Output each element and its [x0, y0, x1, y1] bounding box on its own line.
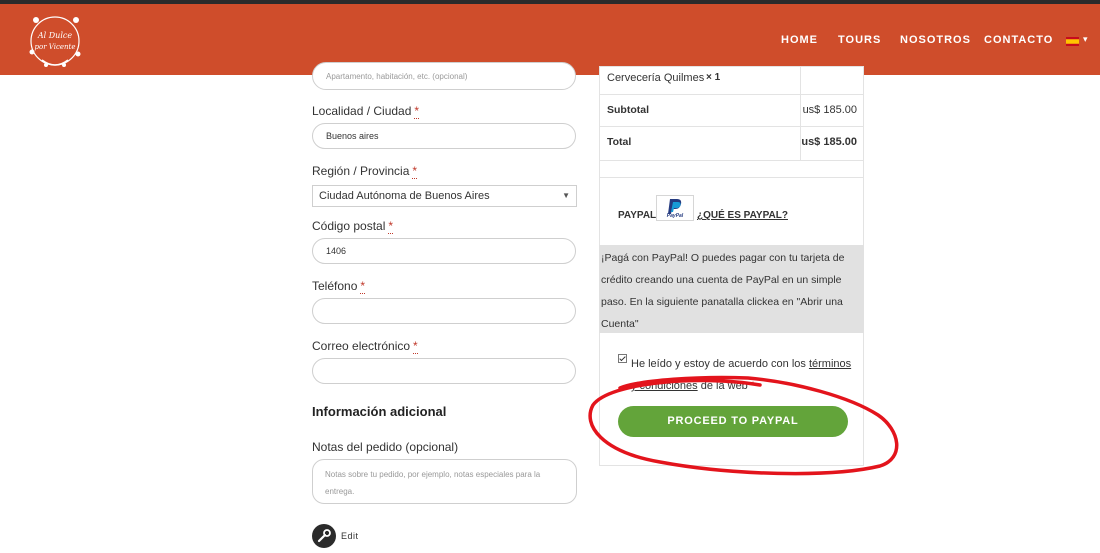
terms-text: He leído y estoy de acuerdo con los térm… [631, 358, 852, 392]
postcode-field[interactable]: 1406 [312, 238, 576, 264]
region-select[interactable]: Ciudad Autónoma de Buenos Aires ▼ [312, 185, 577, 207]
row-divider [600, 126, 863, 127]
svg-text:Al Dulce: Al Dulce [37, 31, 72, 40]
edit-button[interactable] [312, 524, 336, 548]
paypal-logo: PayPal [656, 195, 694, 221]
additional-info-heading: Información adicional [312, 404, 447, 419]
payment-method-label: PAYPAL [618, 210, 657, 221]
total-value: us$ 185.00 [801, 136, 857, 148]
section-divider [600, 177, 863, 178]
phone-field[interactable] [312, 298, 576, 324]
nav-contacto[interactable]: CONTACTO [984, 34, 1053, 46]
order-notes-textarea[interactable]: Notas sobre tu pedido, por ejemplo, nota… [312, 459, 577, 504]
svg-text:PayPal: PayPal [667, 213, 684, 219]
paypal-description-box: ¡Pagá con PayPal! O puedes pagar con tu … [599, 245, 864, 333]
total-label: Total [607, 136, 632, 148]
subtotal-value: us$ 185.00 [802, 104, 857, 116]
row-divider [600, 160, 863, 161]
paypal-description: ¡Pagá con PayPal! O puedes pagar con tu … [601, 252, 845, 330]
item-qty: × 1 [706, 72, 721, 83]
edit-label: Edit [341, 531, 359, 541]
email-label: Correo electrónico * [312, 339, 418, 354]
apartment-field[interactable]: Apartamento, habitación, etc. (opcional) [312, 62, 576, 90]
subtotal-label: Subtotal [607, 104, 649, 116]
notes-label: Notas del pedido (opcional) [312, 440, 459, 454]
dropdown-arrow-icon: ▼ [562, 191, 570, 200]
postcode-label: Código postal * [312, 219, 394, 234]
phone-label: Teléfono * [312, 279, 366, 294]
region-label: Región / Provincia * [312, 164, 418, 179]
spain-flag-icon[interactable] [1066, 37, 1079, 46]
chevron-down-icon[interactable]: ▾ [1083, 34, 1088, 45]
site-logo[interactable]: Al Dulce por Vicente [22, 8, 88, 74]
proceed-to-paypal-button[interactable]: PROCEED TO PAYPAL [618, 406, 848, 437]
wrench-icon [317, 529, 331, 543]
row-divider [600, 94, 863, 95]
what-is-paypal-link[interactable]: ¿QUÉ ES PAYPAL? [697, 210, 788, 221]
city-label: Localidad / Ciudad * [312, 104, 420, 119]
item-name: Cervecería Quilmes [607, 72, 705, 84]
nav-tours[interactable]: TOURS [838, 34, 881, 46]
svg-text:por Vicente: por Vicente [35, 43, 76, 51]
city-field[interactable]: Buenos aires [312, 123, 576, 149]
email-field[interactable] [312, 358, 576, 384]
nav-home[interactable]: HOME [781, 34, 818, 46]
terms-checkbox[interactable] [618, 354, 627, 363]
nav-nosotros[interactable]: NOSOTROS [900, 34, 971, 46]
